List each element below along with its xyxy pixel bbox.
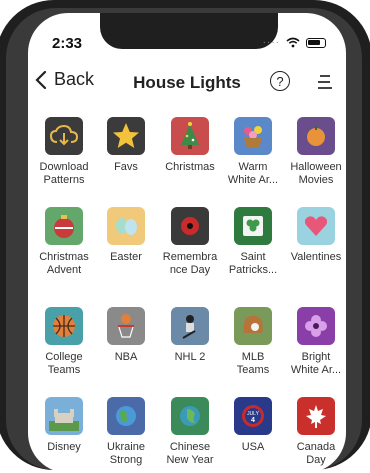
wifi-icon — [286, 37, 300, 48]
july-4-badge-icon: JULY 4 — [234, 397, 272, 435]
tile-mlb-teams[interactable]: MLB Teams — [218, 307, 288, 377]
heart-icon — [297, 207, 335, 245]
tile-halloween-movies[interactable]: Halloween Movies — [281, 117, 346, 187]
tile-label: NBA — [114, 351, 138, 363]
battery-icon — [306, 37, 326, 48]
maple-leaf-icon — [297, 397, 335, 435]
tile-nba[interactable]: NBA — [91, 307, 161, 364]
tile-label: Bright White Ar... — [290, 351, 342, 376]
clover-icon — [234, 207, 272, 245]
badge-day: 4 — [251, 417, 255, 424]
tile-valentines[interactable]: Valentines — [281, 207, 346, 264]
tile-label: NHL 2 — [174, 351, 206, 363]
cloud-download-icon — [45, 117, 83, 155]
easter-eggs-icon — [107, 207, 145, 245]
purple-flower-icon — [297, 307, 335, 345]
tile-nhl-2[interactable]: NHL 2 — [155, 307, 225, 364]
tile-christmas-advent[interactable]: Christmas Advent — [29, 207, 99, 277]
tile-label: MLB Teams — [236, 351, 270, 376]
pumpkin-hand-icon — [297, 117, 335, 155]
hockey-player-icon — [171, 307, 209, 345]
poppy-icon — [171, 207, 209, 245]
tile-easter[interactable]: Easter — [91, 207, 161, 264]
star-icon — [107, 117, 145, 155]
tile-favs[interactable]: Favs — [91, 117, 161, 174]
tile-label: Chinese New Year — [166, 441, 214, 466]
basketball-hoop-icon — [107, 307, 145, 345]
globe-asia-icon — [171, 397, 209, 435]
tile-label: Disney — [47, 441, 81, 453]
ornament-icon — [45, 207, 83, 245]
signal-icon: ···· — [262, 37, 280, 48]
tile-christmas[interactable]: Christmas — [155, 117, 225, 174]
notch — [100, 13, 278, 49]
menu-icon[interactable] — [318, 75, 332, 91]
baseball-glove-icon — [234, 307, 272, 345]
tile-saint-patricks[interactable]: Saint Patricks... — [218, 207, 288, 277]
tile-label: Ukraine Strong — [107, 441, 145, 466]
help-button[interactable]: ? — [270, 71, 290, 91]
tile-label: College Teams — [45, 351, 83, 376]
tile-college-teams[interactable]: College Teams — [29, 307, 99, 377]
tile-label: Remembra nce Day — [162, 251, 218, 276]
tile-usa[interactable]: JULY 4 USA — [218, 397, 288, 454]
globe-icon — [107, 397, 145, 435]
tile-label: Download Patterns — [39, 161, 89, 186]
page-title: House Lights — [133, 73, 241, 92]
status-time: 2:33 — [52, 35, 83, 52]
castle-icon — [45, 397, 83, 435]
tile-bright-white[interactable]: Bright White Ar... — [281, 307, 346, 377]
tile-label: Christmas — [165, 161, 215, 173]
tile-label: Canada Day — [296, 441, 336, 466]
tile-label: Christmas Advent — [39, 251, 89, 276]
tile-label: Halloween Movies — [290, 161, 342, 186]
tile-label: Easter — [110, 251, 142, 263]
tile-label: USA — [241, 441, 265, 453]
tile-chinese-new-year[interactable]: Chinese New Year — [155, 397, 225, 467]
tile-download-patterns[interactable]: Download Patterns — [29, 117, 99, 187]
tile-label: Saint Patricks... — [228, 251, 278, 276]
tile-label: Favs — [114, 161, 138, 173]
app-screen: 2:33 ···· Back House Lights ? Download P… — [28, 13, 346, 473]
flower-basket-icon — [234, 117, 272, 155]
status-icons: ···· — [263, 37, 326, 48]
christmas-tree-icon — [171, 117, 209, 155]
tile-disney[interactable]: Disney — [29, 397, 99, 454]
tile-warm-white[interactable]: Warm White Ar... — [218, 117, 288, 187]
tile-ukraine-strong[interactable]: Ukraine Strong — [91, 397, 161, 467]
tile-label: Valentines — [290, 251, 342, 263]
nav-bar: Back House Lights ? — [28, 67, 346, 103]
tile-canada-day[interactable]: Canada Day — [281, 397, 346, 467]
tile-label: Warm White Ar... — [227, 161, 279, 186]
basketball-icon — [45, 307, 83, 345]
tile-remembrance-day[interactable]: Remembra nce Day — [155, 207, 225, 277]
